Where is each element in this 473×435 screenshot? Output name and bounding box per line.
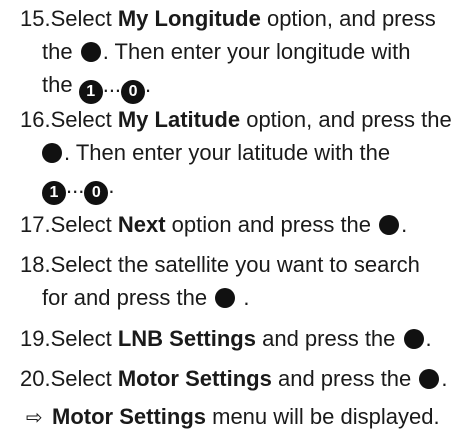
step-text: Select <box>50 366 118 391</box>
step-text: and press the <box>255 326 402 351</box>
step-text: Select <box>50 6 118 31</box>
ok-button-icon <box>215 288 236 308</box>
step-text: . <box>237 285 250 310</box>
step-text: Select <box>50 107 118 132</box>
step-text: . Then enter your latitude with the <box>64 140 391 165</box>
step-text: option and press the <box>165 212 378 237</box>
step-number: 15. <box>20 6 51 31</box>
option-name: My Latitude <box>117 107 241 132</box>
key-0-icon: 0 <box>121 80 146 104</box>
ok-button-icon <box>419 369 440 389</box>
step-text: Select the satellite you want to search <box>50 252 420 277</box>
step-text: ... <box>66 173 85 198</box>
ok-button-icon <box>80 42 101 62</box>
step-number: 19. <box>20 326 51 351</box>
step-number: 18. <box>20 252 51 277</box>
step-text: Select <box>50 326 118 351</box>
step-text: . <box>441 366 448 391</box>
step-text: . <box>145 72 152 97</box>
instruction-page: 15.Select My Longitude option, and press… <box>0 0 473 435</box>
step-text: option, and press the <box>240 107 452 132</box>
result-menu-name: Motor Settings <box>52 404 206 429</box>
step-text: the <box>42 39 79 64</box>
step-text: the <box>42 72 79 97</box>
step-text: for and press the <box>42 285 214 310</box>
step-text: . <box>108 173 115 198</box>
step-number: 16. <box>20 107 51 132</box>
key-0-icon: 0 <box>84 181 109 205</box>
step-text: Select <box>50 212 118 237</box>
step-text: . Then enter your longitude with <box>102 39 411 64</box>
option-name: My Longitude <box>117 6 261 31</box>
step-number: 20. <box>20 366 51 391</box>
option-name: Motor Settings <box>117 366 272 391</box>
step-number: 17. <box>20 212 51 237</box>
result-arrow-icon: ⇨ <box>26 407 43 429</box>
step-text: . <box>425 326 432 351</box>
key-1-icon: 1 <box>42 181 66 205</box>
ok-button-icon <box>379 215 400 235</box>
result-text: menu will be displayed. <box>206 404 440 429</box>
ok-button-icon <box>403 329 424 349</box>
step-text: and press the <box>271 366 418 391</box>
option-name: LNB Settings <box>117 326 256 351</box>
step-text: . <box>401 212 408 237</box>
step-text: option, and press <box>260 6 436 31</box>
ok-button-icon <box>42 143 62 163</box>
key-1-icon: 1 <box>78 80 103 104</box>
option-name: Next <box>117 212 166 237</box>
step-text: ... <box>102 72 122 97</box>
